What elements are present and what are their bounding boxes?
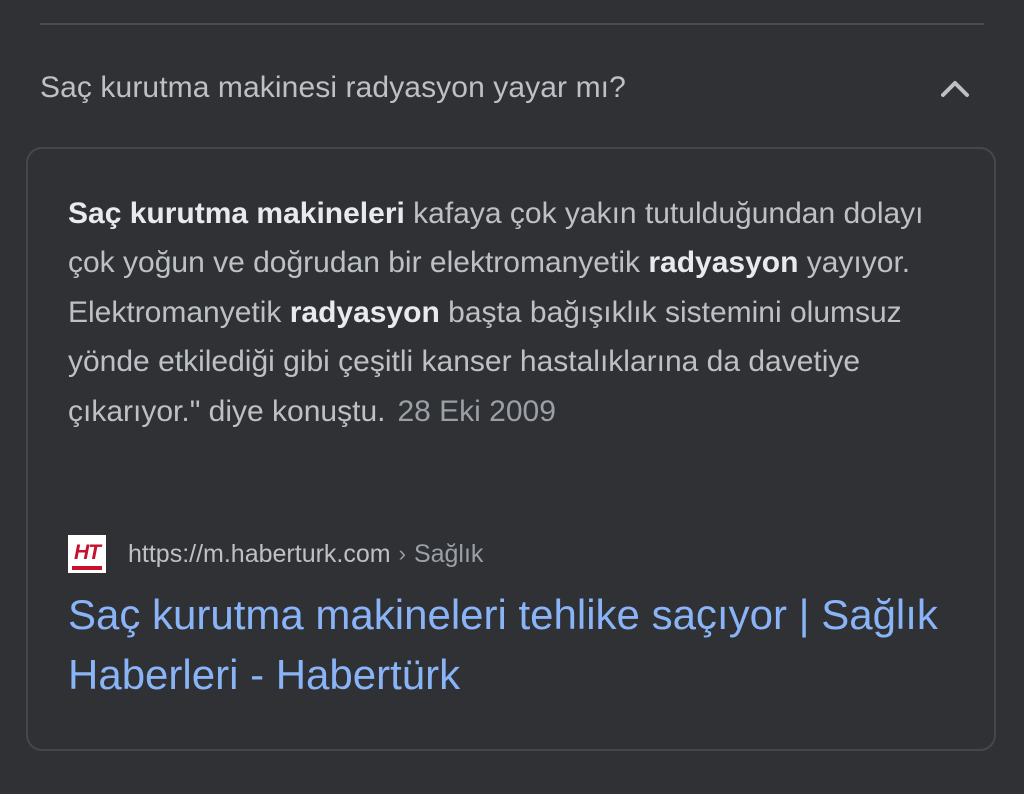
question-text: Saç kurutma makinesi radyasyon yayar mı? [40,71,626,104]
source-breadcrumb: Sağlık [413,539,484,568]
source-url[interactable]: https://m.haberturk.com [128,540,391,569]
chevron-up-icon[interactable] [938,71,972,105]
snippet-text: Saç kurutma makineleri kafaya çok yakın … [68,197,924,428]
breadcrumb-separator: › [398,541,406,566]
favicon-underline [72,565,102,570]
answer-card: Saç kurutma makineleri kafaya çok yakın … [26,147,996,751]
snippet-date: 28 Eki 2009 [397,394,556,428]
answer-snippet: Saç kurutma makineleri kafaya çok yakın … [68,189,948,436]
related-question-header[interactable]: Saç kurutma makinesi radyasyon yayar mı? [40,60,984,116]
favicon-letters: HT [74,540,101,564]
snippet-highlight: radyasyon [289,295,440,329]
snippet-highlight: radyasyon [648,246,799,280]
section-divider [40,23,984,25]
result-title-link[interactable]: Saç kurutma makineleri tehlike saçıyor |… [68,585,968,705]
haberturk-favicon-icon: HT [68,535,106,573]
source-row[interactable]: HT https://m.haberturk.com › Sağlık [68,535,483,573]
snippet-highlight: Saç kurutma makineleri [68,197,405,230]
